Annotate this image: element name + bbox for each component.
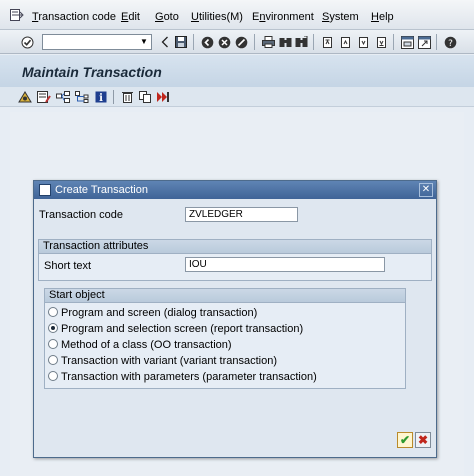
radio-button-selected[interactable]	[48, 323, 58, 333]
other-object-icon[interactable]	[18, 90, 32, 104]
radio-button[interactable]	[48, 339, 58, 349]
next-page-icon[interactable]	[356, 35, 370, 49]
enter-icon[interactable]	[20, 35, 34, 49]
dialog-title-bar[interactable]: Create Transaction ✕	[34, 181, 436, 199]
radio-option-variant-transaction[interactable]: Transaction with variant (variant transa…	[48, 355, 277, 367]
chevron-down-icon[interactable]: ▼	[138, 36, 150, 48]
close-x-icon: ✖	[417, 433, 429, 447]
start-object-heading: Start object	[45, 289, 405, 303]
checkmark-icon: ✔	[399, 433, 411, 447]
toolbar-separator	[393, 34, 394, 50]
toolbar-separator	[436, 34, 437, 50]
hierarchy-icon[interactable]	[75, 90, 89, 104]
radio-button[interactable]	[48, 307, 58, 317]
menu-bar: Transaction code Edit Goto Utilities(M) …	[0, 0, 474, 30]
find-icon[interactable]	[278, 35, 292, 49]
radio-label: Method of a class (OO transaction)	[61, 339, 232, 351]
test-icon[interactable]	[156, 90, 170, 104]
menu-utilities[interactable]: Utilities(M)	[191, 11, 243, 23]
transaction-attributes-group: Transaction attributes Short text IOU	[38, 239, 432, 281]
transaction-code-label: Transaction code	[39, 209, 123, 221]
save-icon[interactable]	[174, 35, 188, 49]
standard-toolbar: ▼ ?	[0, 30, 474, 54]
previous-page-icon[interactable]	[338, 35, 352, 49]
toolbar-separator	[254, 34, 255, 50]
radio-label: Program and selection screen (report tra…	[61, 323, 304, 335]
sap-menu-icon[interactable]	[10, 9, 24, 21]
radio-option-parameter-transaction[interactable]: Transaction with parameters (parameter t…	[48, 371, 317, 383]
delete-icon[interactable]	[120, 90, 134, 104]
close-icon[interactable]: ✕	[419, 183, 433, 197]
menu-help[interactable]: Help	[371, 11, 394, 23]
exit-icon[interactable]	[217, 35, 231, 49]
last-page-icon[interactable]	[374, 35, 388, 49]
display-change-icon[interactable]	[37, 90, 51, 104]
menu-transaction-code[interactable]: Transaction code	[32, 11, 116, 23]
application-toolbar: i	[0, 87, 474, 107]
where-used-icon[interactable]	[56, 90, 70, 104]
information-icon[interactable]: i	[94, 90, 108, 104]
first-page-icon[interactable]	[320, 35, 334, 49]
collapse-left-icon[interactable]	[158, 35, 172, 49]
menu-goto[interactable]: Goto	[155, 11, 179, 23]
cancel-button[interactable]: ✖	[415, 432, 431, 448]
transaction-code-input[interactable]: ZVLEDGER	[185, 207, 298, 222]
menu-edit[interactable]: Edit	[121, 11, 140, 23]
cancel-icon[interactable]	[234, 35, 248, 49]
new-session-icon[interactable]	[400, 35, 414, 49]
toolbar-separator	[113, 90, 114, 104]
dialog-window-icon	[39, 184, 51, 196]
print-icon[interactable]	[261, 35, 275, 49]
short-text-input[interactable]: IOU	[185, 257, 385, 272]
command-field[interactable]: ▼	[42, 34, 152, 50]
menu-system[interactable]: System	[322, 11, 359, 23]
short-text-label: Short text	[44, 260, 92, 272]
radio-button[interactable]	[48, 355, 58, 365]
radio-option-dialog-transaction[interactable]: Program and screen (dialog transaction)	[48, 307, 257, 319]
radio-option-oo-transaction[interactable]: Method of a class (OO transaction)	[48, 339, 232, 351]
menu-environment[interactable]: Environment	[252, 11, 314, 23]
page-title: Maintain Transaction	[22, 64, 162, 80]
radio-button[interactable]	[48, 371, 58, 381]
create-transaction-dialog: Create Transaction ✕ Transaction code ZV…	[33, 180, 437, 458]
toolbar-separator	[193, 34, 194, 50]
back-icon[interactable]	[200, 35, 214, 49]
radio-label: Transaction with parameters (parameter t…	[61, 371, 317, 383]
find-next-icon[interactable]	[294, 35, 308, 49]
copy-icon[interactable]	[138, 90, 152, 104]
shortcut-icon[interactable]	[417, 35, 431, 49]
svg-text:i: i	[99, 93, 103, 103]
radio-label: Program and screen (dialog transaction)	[61, 307, 258, 319]
radio-option-report-transaction[interactable]: Program and selection screen (report tra…	[48, 323, 303, 335]
title-bar: Maintain Transaction	[0, 55, 474, 87]
dialog-title: Create Transaction	[55, 184, 148, 196]
transaction-attributes-heading: Transaction attributes	[39, 240, 431, 254]
radio-label: Transaction with variant (variant transa…	[61, 355, 278, 367]
help-icon[interactable]: ?	[443, 35, 457, 49]
svg-text:?: ?	[448, 39, 453, 49]
toolbar-separator	[313, 34, 314, 50]
confirm-button[interactable]: ✔	[397, 432, 413, 448]
